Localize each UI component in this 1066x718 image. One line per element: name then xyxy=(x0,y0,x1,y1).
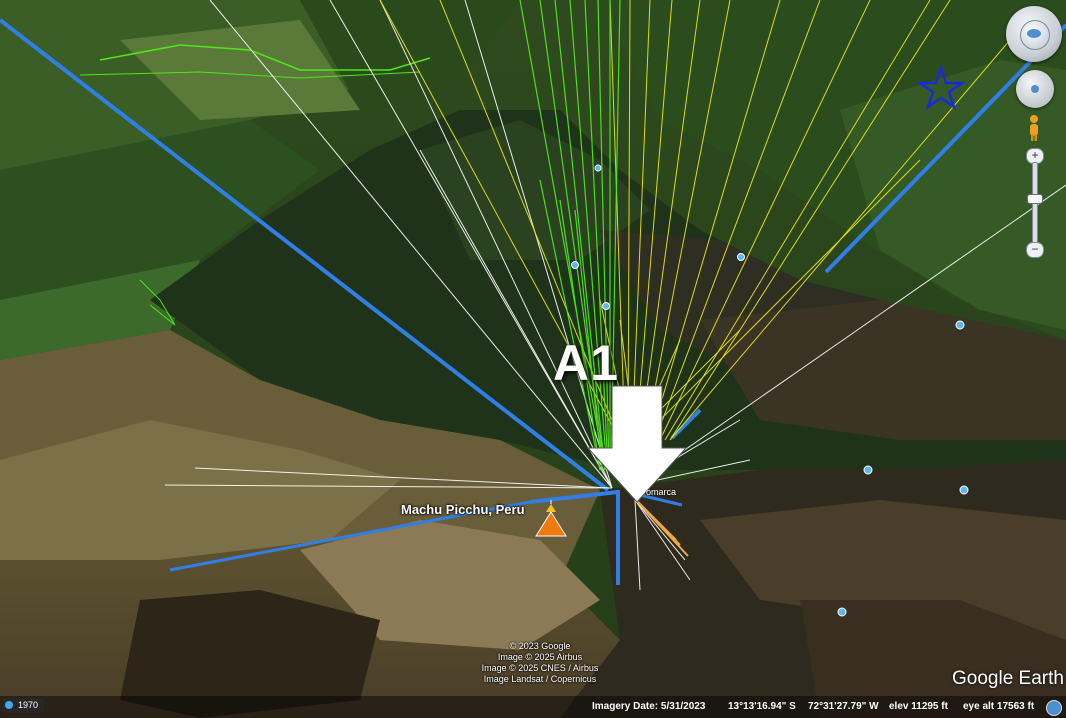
historical-imagery-button[interactable]: 1970 xyxy=(2,698,45,713)
status-bar: Imagery Date: 5/31/2023 13°13'16.94" S 7… xyxy=(0,696,1066,718)
attribution-line: © 2023 Google xyxy=(509,641,571,651)
zoom-slider[interactable]: + − xyxy=(1025,148,1044,258)
latitude-readout: 13°13'16.94" S xyxy=(728,701,796,712)
google-earth-logo: Google Earth xyxy=(952,668,1064,689)
move-dot xyxy=(1031,85,1039,93)
eye-altitude-readout: eye alt 17563 ft xyxy=(963,701,1035,712)
year-label: 1970 xyxy=(18,700,39,710)
elevation-readout: elev 11295 ft xyxy=(889,701,948,712)
attribution-line: Image Landsat / Copernicus xyxy=(483,674,597,684)
attribution-line: Image © 2025 Airbus xyxy=(497,652,583,662)
globe-icon[interactable] xyxy=(1046,700,1062,716)
map-viewport[interactable]: A1 Machu Picchu, Peru omarca + − © 2023 … xyxy=(0,0,1066,718)
road-label: omarca xyxy=(646,487,677,497)
attribution-line: Image © 2025 CNES / Airbus xyxy=(481,663,599,673)
compass-icon[interactable] xyxy=(1006,6,1062,62)
zoom-out-button[interactable]: − xyxy=(1026,242,1044,258)
place-label[interactable]: Machu Picchu, Peru xyxy=(401,502,525,517)
eye-icon xyxy=(1027,29,1041,38)
imagery-date: Imagery Date: 5/31/2023 xyxy=(592,701,706,712)
move-joystick-icon[interactable] xyxy=(1016,70,1054,108)
terrain-scene[interactable] xyxy=(0,0,1066,718)
annotation-label: A1 xyxy=(553,335,619,391)
zoom-thumb[interactable] xyxy=(1027,194,1043,204)
attribution: © 2023 Google Image © 2025 Airbus Image … xyxy=(440,641,640,685)
pegman-icon[interactable] xyxy=(1026,114,1042,142)
clock-icon xyxy=(5,701,13,709)
longitude-readout: 72°31'27.79" W xyxy=(808,701,879,712)
